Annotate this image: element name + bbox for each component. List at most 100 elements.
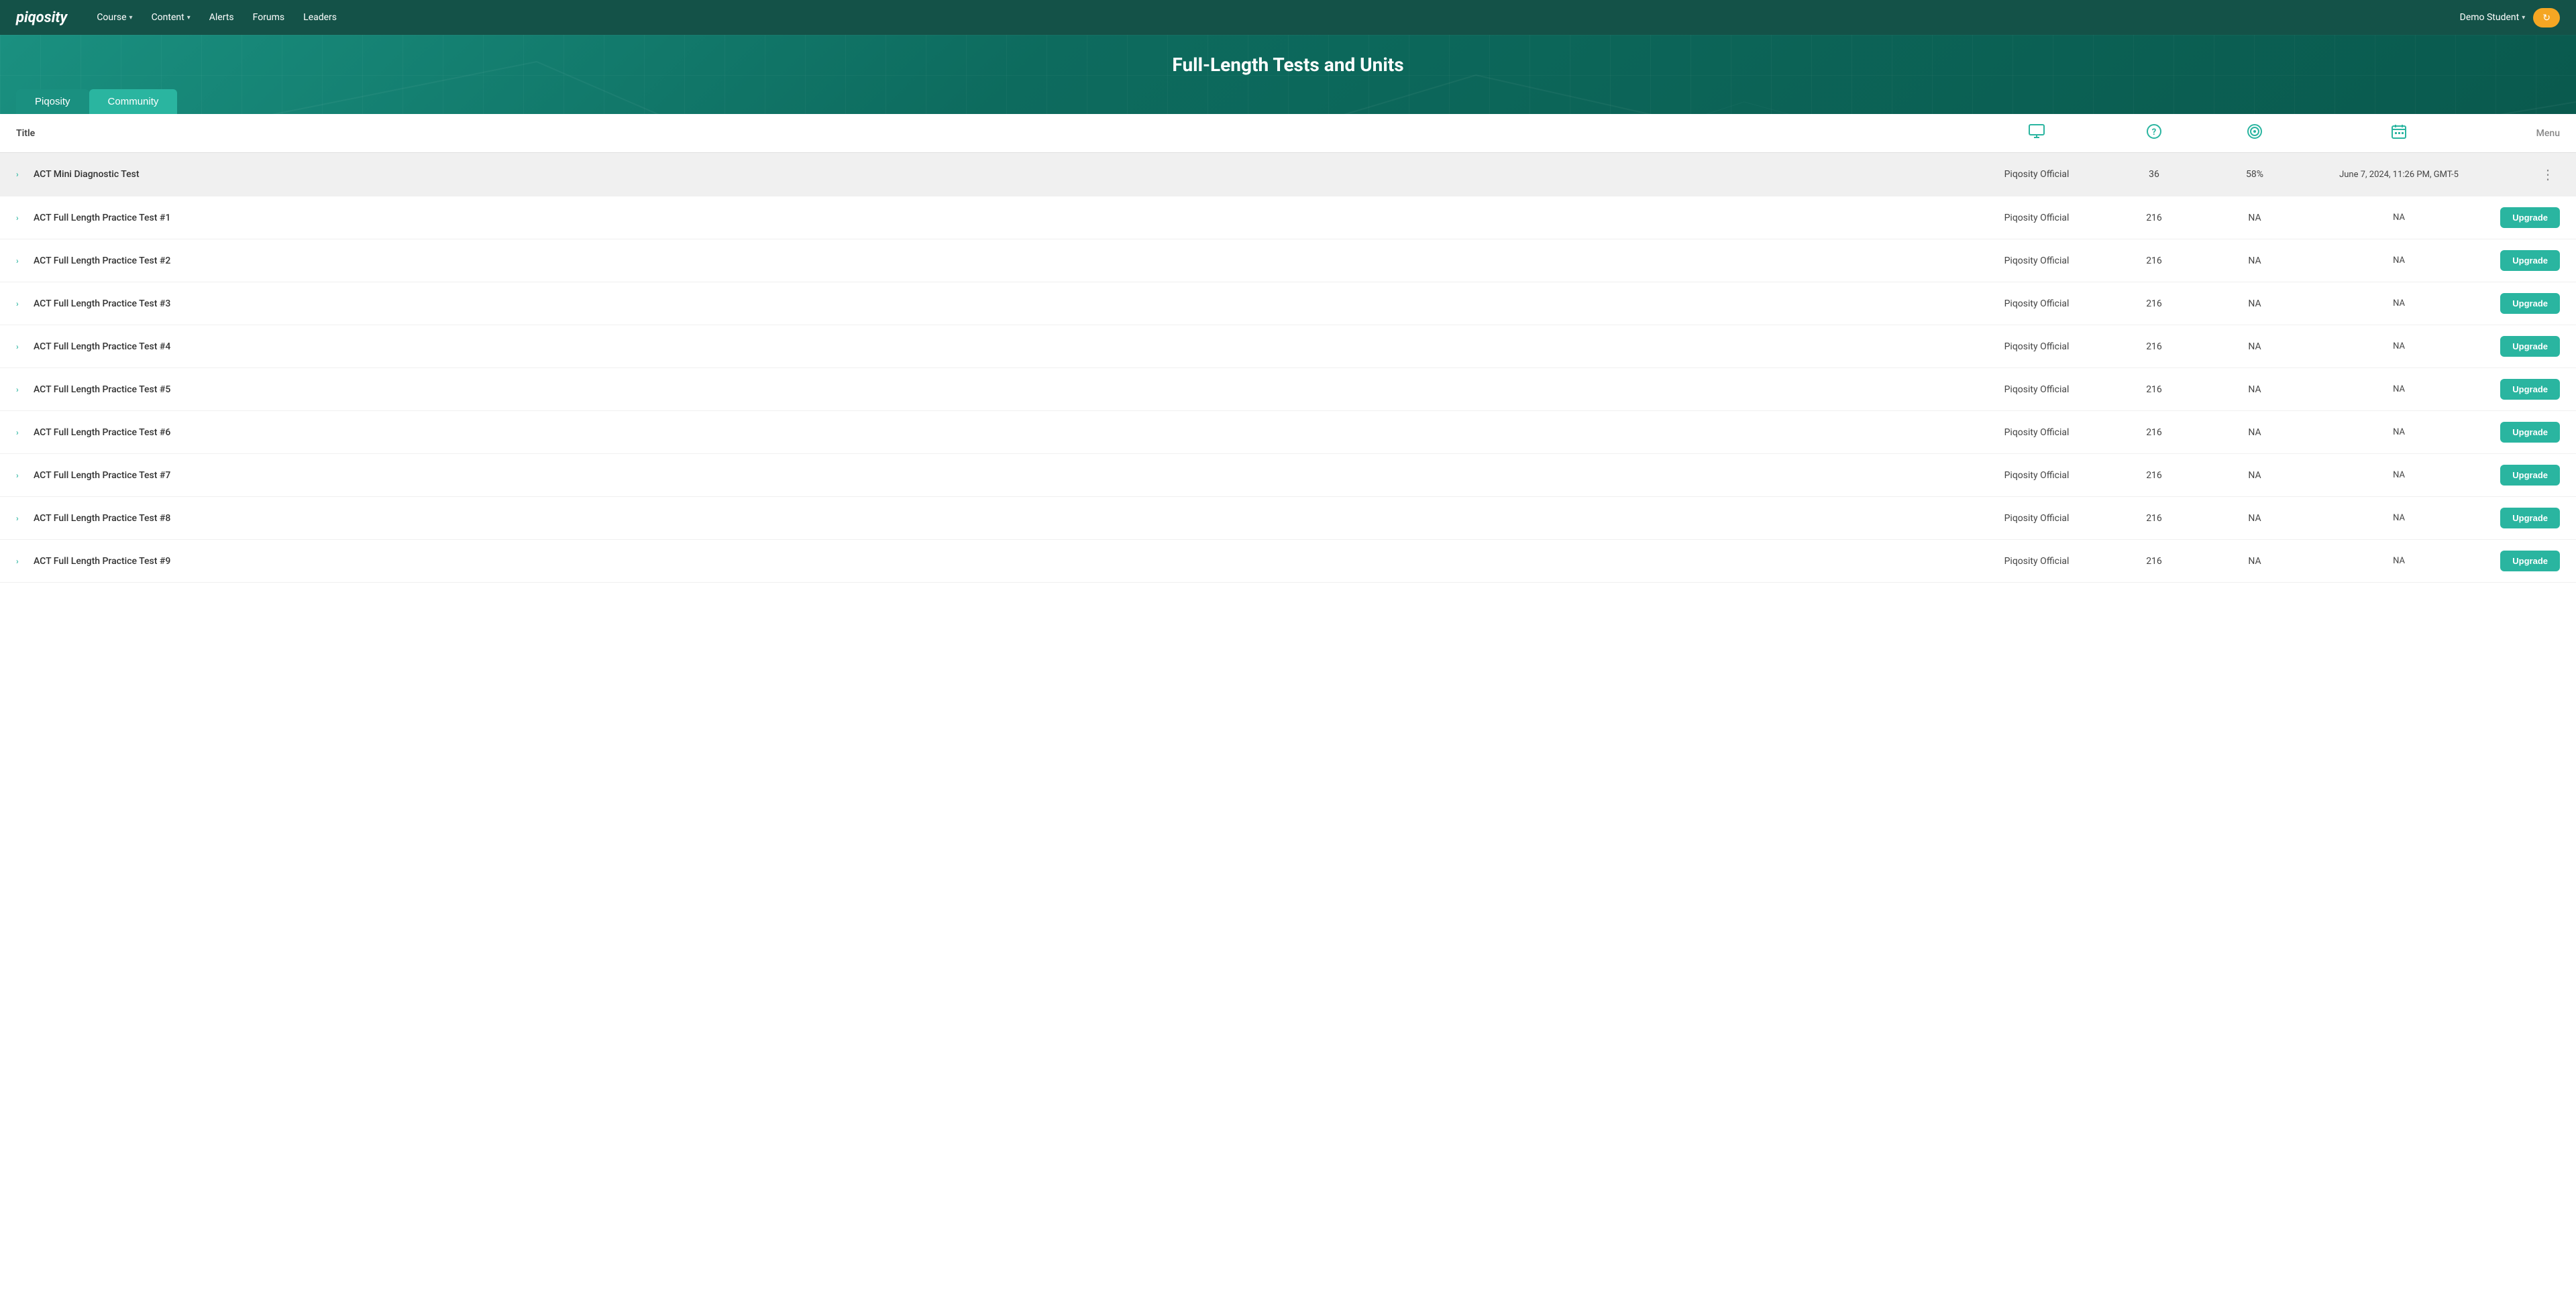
row-upgrade-5[interactable]: Upgrade	[2493, 379, 2560, 400]
row-score: NA	[2204, 470, 2305, 481]
col-target-header	[2204, 123, 2305, 143]
expand-chevron-icon[interactable]: ›	[16, 299, 27, 308]
row-title: › ACT Full Length Practice Test #4	[16, 341, 1970, 352]
page-title: Full-Length Tests and Units	[0, 54, 2576, 76]
row-title-text: ACT Full Length Practice Test #7	[34, 470, 170, 481]
row-menu-0[interactable]: ⋮	[2493, 164, 2560, 185]
upgrade-button[interactable]: Upgrade	[2500, 508, 2560, 528]
upgrade-button[interactable]: Upgrade	[2500, 551, 2560, 571]
row-title: › ACT Full Length Practice Test #6	[16, 427, 1970, 438]
upgrade-button[interactable]: Upgrade	[2500, 250, 2560, 271]
nav-course[interactable]: Course ▾	[89, 8, 140, 27]
tests-table: Title ?	[0, 114, 2576, 583]
row-title-text: ACT Full Length Practice Test #5	[34, 384, 170, 395]
kebab-menu-icon[interactable]: ⋮	[2536, 164, 2560, 185]
tab-community[interactable]: Community	[89, 89, 178, 114]
nav-leaders[interactable]: Leaders	[295, 8, 345, 27]
row-date: NA	[2305, 556, 2493, 566]
row-author: Piqosity Official	[1970, 513, 2104, 524]
table-body: › ACT Mini Diagnostic Test Piqosity Offi…	[0, 153, 2576, 583]
table-row: › ACT Full Length Practice Test #2 Piqos…	[0, 239, 2576, 282]
col-title-header: Title	[16, 128, 1970, 139]
row-score: NA	[2204, 556, 2305, 567]
table-row: › ACT Full Length Practice Test #3 Piqos…	[0, 282, 2576, 325]
row-questions: 216	[2104, 213, 2204, 223]
brand-logo[interactable]: piqosity	[16, 9, 67, 26]
row-author: Piqosity Official	[1970, 298, 2104, 309]
content-dropdown-arrow: ▾	[187, 14, 191, 21]
expand-chevron-icon[interactable]: ›	[16, 385, 27, 394]
row-title-text: ACT Full Length Practice Test #8	[34, 513, 170, 524]
row-title: › ACT Full Length Practice Test #5	[16, 384, 1970, 395]
row-date: NA	[2305, 513, 2493, 523]
row-date: NA	[2305, 341, 2493, 351]
tab-piqosity[interactable]: Piqosity	[16, 89, 89, 114]
calendar-icon	[2391, 123, 2407, 139]
row-questions: 36	[2104, 169, 2204, 180]
row-upgrade-6[interactable]: Upgrade	[2493, 422, 2560, 443]
hero-section: Full-Length Tests and Units Piqosity Com…	[0, 35, 2576, 114]
nav-content[interactable]: Content ▾	[144, 8, 199, 27]
upgrade-button[interactable]: Upgrade	[2500, 465, 2560, 486]
row-upgrade-9[interactable]: Upgrade	[2493, 551, 2560, 571]
nav-alerts[interactable]: Alerts	[201, 8, 242, 27]
upgrade-button[interactable]: Upgrade	[2500, 293, 2560, 314]
nav-menu: Course ▾ Content ▾ Alerts Forums Leaders	[89, 8, 2459, 27]
row-upgrade-8[interactable]: Upgrade	[2493, 508, 2560, 528]
row-score: NA	[2204, 213, 2305, 223]
nav-forums[interactable]: Forums	[245, 8, 293, 27]
target-icon	[2247, 123, 2263, 139]
navbar-right: Demo Student ▾ ↻	[2460, 8, 2560, 27]
expand-chevron-icon[interactable]: ›	[16, 213, 27, 223]
expand-chevron-icon[interactable]: ›	[16, 557, 27, 566]
expand-chevron-icon[interactable]: ›	[16, 256, 27, 266]
row-title-text: ACT Full Length Practice Test #6	[34, 427, 170, 438]
expand-chevron-icon[interactable]: ›	[16, 342, 27, 351]
row-date: NA	[2305, 213, 2493, 223]
table-row: › ACT Full Length Practice Test #1 Piqos…	[0, 196, 2576, 239]
svg-text:?: ?	[2152, 127, 2156, 137]
row-author: Piqosity Official	[1970, 256, 2104, 266]
row-upgrade-2[interactable]: Upgrade	[2493, 250, 2560, 271]
row-title: › ACT Full Length Practice Test #1	[16, 213, 1970, 223]
sync-icon: ↻	[2542, 12, 2551, 23]
upgrade-button[interactable]: Upgrade	[2500, 379, 2560, 400]
row-score: NA	[2204, 427, 2305, 438]
upgrade-button[interactable]: Upgrade	[2500, 422, 2560, 443]
expand-chevron-icon[interactable]: ›	[16, 428, 27, 437]
row-score: NA	[2204, 384, 2305, 395]
row-questions: 216	[2104, 298, 2204, 309]
sync-button[interactable]: ↻	[2533, 8, 2560, 27]
upgrade-button[interactable]: Upgrade	[2500, 336, 2560, 357]
table-row: › ACT Full Length Practice Test #4 Piqos…	[0, 325, 2576, 368]
row-title-text: ACT Full Length Practice Test #9	[34, 556, 170, 567]
row-upgrade-4[interactable]: Upgrade	[2493, 336, 2560, 357]
row-title-text: ACT Full Length Practice Test #3	[34, 298, 170, 309]
row-title: › ACT Full Length Practice Test #2	[16, 256, 1970, 266]
table-row: › ACT Full Length Practice Test #6 Piqos…	[0, 411, 2576, 454]
table-header: Title ?	[0, 114, 2576, 153]
table-row: › ACT Full Length Practice Test #5 Piqos…	[0, 368, 2576, 411]
table-row: › ACT Full Length Practice Test #9 Piqos…	[0, 540, 2576, 583]
expand-chevron-icon[interactable]: ›	[16, 471, 27, 480]
row-upgrade-3[interactable]: Upgrade	[2493, 293, 2560, 314]
row-questions: 216	[2104, 556, 2204, 567]
row-date: NA	[2305, 384, 2493, 394]
upgrade-button[interactable]: Upgrade	[2500, 207, 2560, 228]
row-questions: 216	[2104, 256, 2204, 266]
row-date: June 7, 2024, 11:26 PM, GMT-5	[2305, 170, 2493, 180]
user-menu[interactable]: Demo Student ▾	[2460, 12, 2526, 23]
row-author: Piqosity Official	[1970, 169, 2104, 180]
row-questions: 216	[2104, 341, 2204, 352]
col-question-header: ?	[2104, 123, 2204, 143]
expand-chevron-icon[interactable]: ›	[16, 170, 27, 179]
row-author: Piqosity Official	[1970, 341, 2104, 352]
expand-chevron-icon[interactable]: ›	[16, 514, 27, 523]
row-author: Piqosity Official	[1970, 427, 2104, 438]
row-title: › ACT Full Length Practice Test #7	[16, 470, 1970, 481]
row-upgrade-1[interactable]: Upgrade	[2493, 207, 2560, 228]
col-monitor-header	[1970, 124, 2104, 142]
row-title-text: ACT Mini Diagnostic Test	[34, 169, 140, 180]
row-upgrade-7[interactable]: Upgrade	[2493, 465, 2560, 486]
table-row: › ACT Full Length Practice Test #8 Piqos…	[0, 497, 2576, 540]
